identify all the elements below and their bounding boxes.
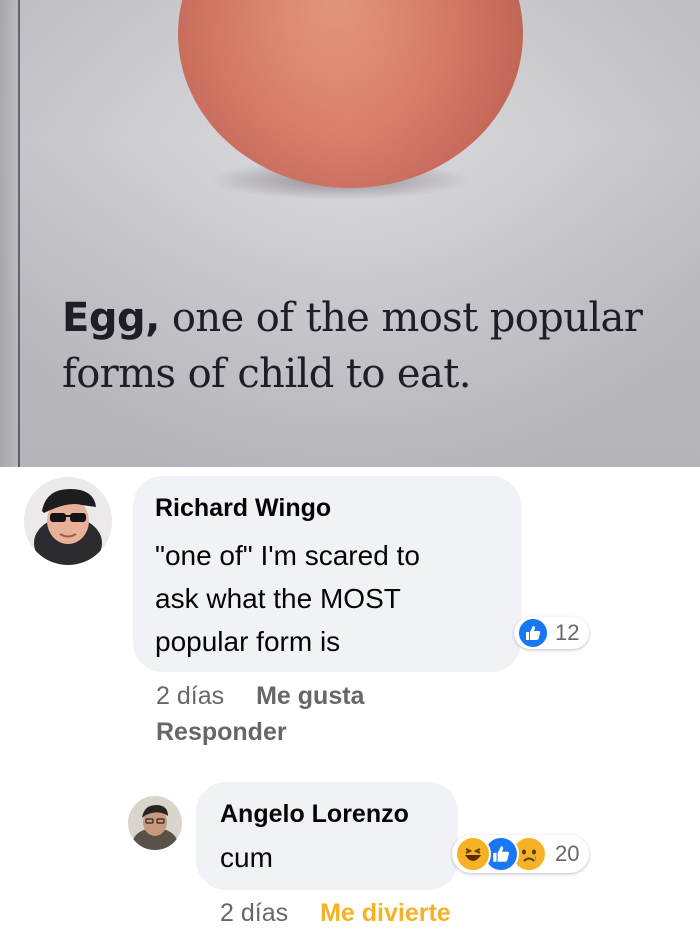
reply-button[interactable]: Responder [156,718,287,746]
comment-author[interactable]: Angelo Lorenzo [220,800,409,829]
comment-meta: 2 días Me gusta Responder [156,678,556,750]
profile-photo-icon [24,477,112,565]
haha-icon [455,836,491,872]
comment-timestamp[interactable]: 2 días [220,899,288,927]
comment-text-line: popular form is [155,626,341,657]
reaction-summary[interactable]: 12 [514,617,590,649]
comment-bubble: Richard Wingo "one of" I'm scared to ask… [133,476,521,672]
comment-text-line: "one of" I'm scared to [155,540,420,571]
avatar[interactable] [24,477,112,565]
comment-text: "one of" I'm scared to ask what the MOST… [155,534,420,663]
comment-timestamp[interactable]: 2 días [156,682,224,710]
photo-caption: Egg, one of the most popular forms of ch… [62,290,682,402]
comment-text-line: ask what the MOST [155,583,401,614]
comment-meta: 2 días Me divierte [220,897,620,929]
reaction-summary[interactable]: 20 [452,835,590,873]
avatar[interactable] [128,796,182,850]
comment-text: cum [220,842,273,873]
comment-bubble: Angelo Lorenzo cum [196,782,458,890]
reaction-count: 20 [555,841,580,866]
like-icon [517,617,549,649]
haha-reaction-button[interactable]: Me divierte [320,899,451,927]
caption-headword: Egg, [62,295,160,341]
profile-photo-icon [128,796,182,850]
post-photo[interactable]: Egg, one of the most popular forms of ch… [0,0,700,467]
reaction-count: 12 [555,620,580,645]
like-button[interactable]: Me gusta [256,682,364,710]
comment-author[interactable]: Richard Wingo [155,494,331,523]
